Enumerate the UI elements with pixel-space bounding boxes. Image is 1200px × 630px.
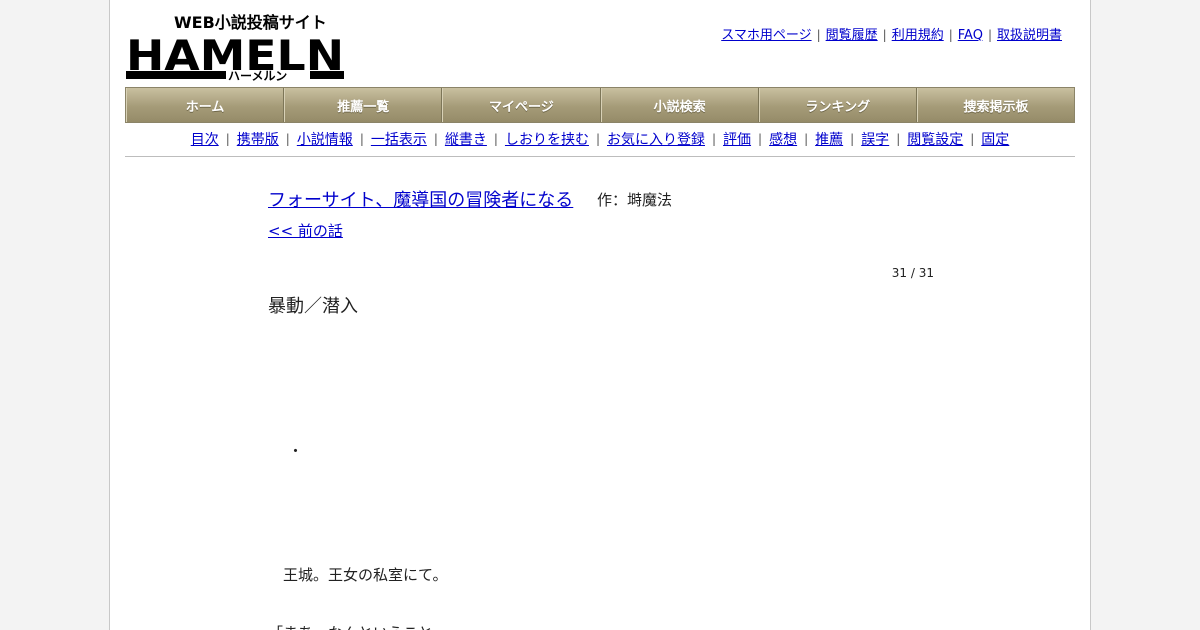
nav-search-board[interactable]: 捜索掲示板 [916,88,1075,122]
subnav-show-all[interactable]: 一括表示 [371,129,427,149]
novel-sub-navigation: 目次 | 携帯版 | 小説情報 | 一括表示 | 縦書き | しおりを挟む | お気に入り登… [125,122,1075,157]
subnav-favorite[interactable]: お気に入り登録 [607,129,705,149]
nav-recommendations[interactable]: 推薦一覧 [284,88,443,122]
author-name: 作：塒魔法 [597,191,673,209]
smartphone-page-link[interactable]: スマホ用ページ [721,28,811,43]
top-links: スマホ用ページ | 閲覧履歴 | 利用規約 | FAQ | 取扱説明書 [721,28,1062,43]
main-navigation: ホーム 推薦一覧 マイページ 小説検索 ランキング 捜索掲示板 [125,87,1075,123]
previous-chapter-link[interactable]: << 前の話 [268,220,343,241]
subnav-recommend[interactable]: 推薦 [815,129,843,149]
nav-novel-search[interactable]: 小説検索 [600,88,759,122]
novel-title-link[interactable]: フォーサイト、魔導国の冒険者になる [268,186,573,212]
subnav-typo[interactable]: 誤字 [861,129,889,149]
subnav-novel-info[interactable]: 小説情報 [297,129,353,149]
chapter-title: 暴動／潜入 [268,296,358,317]
body-line: 王城。王女の私室にて。 [283,566,448,584]
hameln-logo[interactable]: WEB小説投稿サイト HAMELN ハーメルン [126,10,346,82]
subnav-rating[interactable]: 評価 [723,129,751,149]
nav-ranking[interactable]: ランキング [758,88,917,122]
manual-link[interactable]: 取扱説明書 [997,28,1062,43]
nav-mypage[interactable]: マイページ [442,88,601,122]
terms-link[interactable]: 利用規約 [892,28,944,43]
view-history-link[interactable]: 閲覧履歴 [826,28,878,43]
subnav-vertical[interactable]: 縦書き [445,129,487,149]
chapter-counter: 31 / 31 [891,266,934,280]
subnav-fixed[interactable]: 固定 [981,129,1009,149]
subnav-mobile[interactable]: 携帯版 [237,129,279,149]
subnav-toc[interactable]: 目次 [191,129,219,149]
subnav-bookmark[interactable]: しおりを挟む [505,129,589,149]
body-line: 「まあ、なんということ [268,622,433,630]
body-line: ・ [288,442,304,460]
logo-top-text: WEB小説投稿サイト [174,13,327,32]
nav-home[interactable]: ホーム [126,88,285,122]
subnav-review[interactable]: 感想 [769,129,797,149]
subnav-view-settings[interactable]: 閲覧設定 [907,129,963,149]
logo-sub-text: ハーメルン [228,69,287,82]
page-container: WEB小説投稿サイト HAMELN ハーメルン スマホ用ページ | 閲覧履歴 | 利用規… [109,0,1091,630]
faq-link[interactable]: FAQ [958,28,983,43]
